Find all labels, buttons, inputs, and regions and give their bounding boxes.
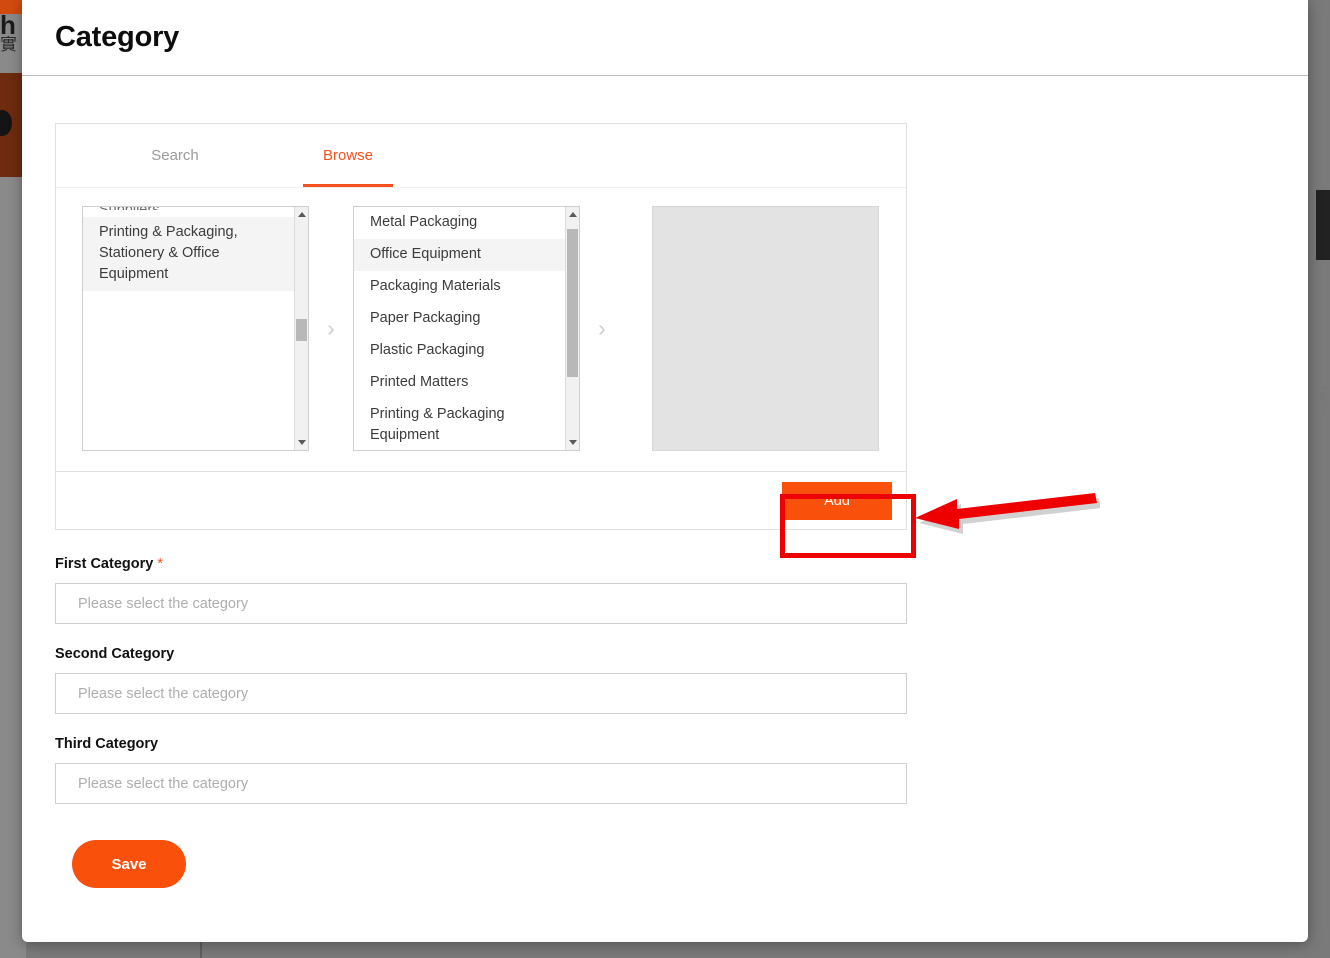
- clipped-top-item: Suppliers: [83, 207, 294, 210]
- picker-tabs: Search Browse: [56, 124, 906, 188]
- scrollbar-thumb[interactable]: [296, 319, 307, 341]
- category-column-3[interactable]: [652, 206, 879, 451]
- category-column-1-wrap: Suppliers Printing & Packaging, Statione…: [56, 206, 309, 451]
- list-item[interactable]: Office Equipment: [354, 239, 565, 271]
- chevron-right-icon-1: ›: [327, 315, 335, 341]
- field-group-first-category: First Category * Please select the categ…: [55, 556, 907, 624]
- save-button[interactable]: Save: [72, 840, 186, 888]
- list-item[interactable]: Packaging Materials: [354, 271, 565, 303]
- category-picker-card: Search Browse Suppliers Printing & Packa…: [55, 123, 907, 530]
- category-column-1-list: Suppliers Printing & Packaging, Statione…: [83, 207, 294, 450]
- tab-browse[interactable]: Browse: [276, 124, 420, 187]
- scroll-down-icon[interactable]: [566, 435, 579, 450]
- list-item[interactable]: Plastic Packaging: [354, 335, 565, 367]
- scrollbar-thumb[interactable]: [567, 229, 578, 377]
- field-group-second-category: Second Category Please select the catego…: [55, 646, 907, 714]
- list-item[interactable]: Metal Packaging: [354, 207, 565, 239]
- third-category-label: Third Category: [55, 736, 159, 752]
- category-column-1[interactable]: Suppliers Printing & Packaging, Statione…: [82, 206, 309, 451]
- tab-search[interactable]: Search: [96, 124, 254, 187]
- background-side-tab-label: hello: [1320, 386, 1330, 411]
- first-category-select[interactable]: Please select the category: [55, 583, 907, 624]
- second-category-select[interactable]: Please select the category: [55, 673, 907, 714]
- scroll-down-icon[interactable]: [295, 435, 308, 450]
- scrollbar-column-1[interactable]: [294, 207, 308, 450]
- list-item[interactable]: Printing & Packaging, Stationery & Offic…: [83, 217, 294, 291]
- list-item[interactable]: Printed Matters: [354, 367, 565, 399]
- modal-body: Search Browse Suppliers Printing & Packa…: [22, 76, 1308, 888]
- page-title: Category: [55, 21, 180, 53]
- category-modal: Category Search Browse Suppliers Printin…: [22, 0, 1308, 942]
- required-marker: *: [157, 556, 163, 572]
- first-category-label: First Category *: [55, 556, 907, 572]
- add-button[interactable]: Add: [782, 481, 892, 520]
- category-column-2-list: Metal Packaging Office Equipment Packaging…: [354, 207, 565, 450]
- category-form: First Category * Please select the categ…: [55, 556, 907, 888]
- scroll-up-icon[interactable]: [295, 207, 308, 222]
- category-column-2-wrap: Metal Packaging Office Equipment Packaging…: [353, 206, 580, 451]
- add-row: Add: [56, 471, 906, 529]
- scrollbar-column-2[interactable]: [565, 207, 579, 450]
- background-side-tab[interactable]: hello: [1316, 190, 1330, 410]
- chevron-right-icon-2: ›: [598, 315, 606, 341]
- list-item[interactable]: Paper Packaging: [354, 303, 565, 335]
- category-columns: Suppliers Printing & Packaging, Statione…: [56, 188, 906, 471]
- category-column-2[interactable]: Metal Packaging Office Equipment Packaging…: [353, 206, 580, 451]
- third-category-select[interactable]: Please select the category: [55, 763, 907, 804]
- second-category-label: Second Category: [55, 646, 175, 662]
- field-group-third-category: Third Category Please select the categor…: [55, 736, 907, 804]
- first-category-label-text: First Category: [55, 556, 154, 572]
- modal-header: Category: [22, 0, 1308, 76]
- scroll-up-icon[interactable]: [566, 207, 579, 222]
- list-item[interactable]: Printing & Packaging Equipment: [354, 399, 565, 450]
- background-bottom-seam: [200, 940, 202, 958]
